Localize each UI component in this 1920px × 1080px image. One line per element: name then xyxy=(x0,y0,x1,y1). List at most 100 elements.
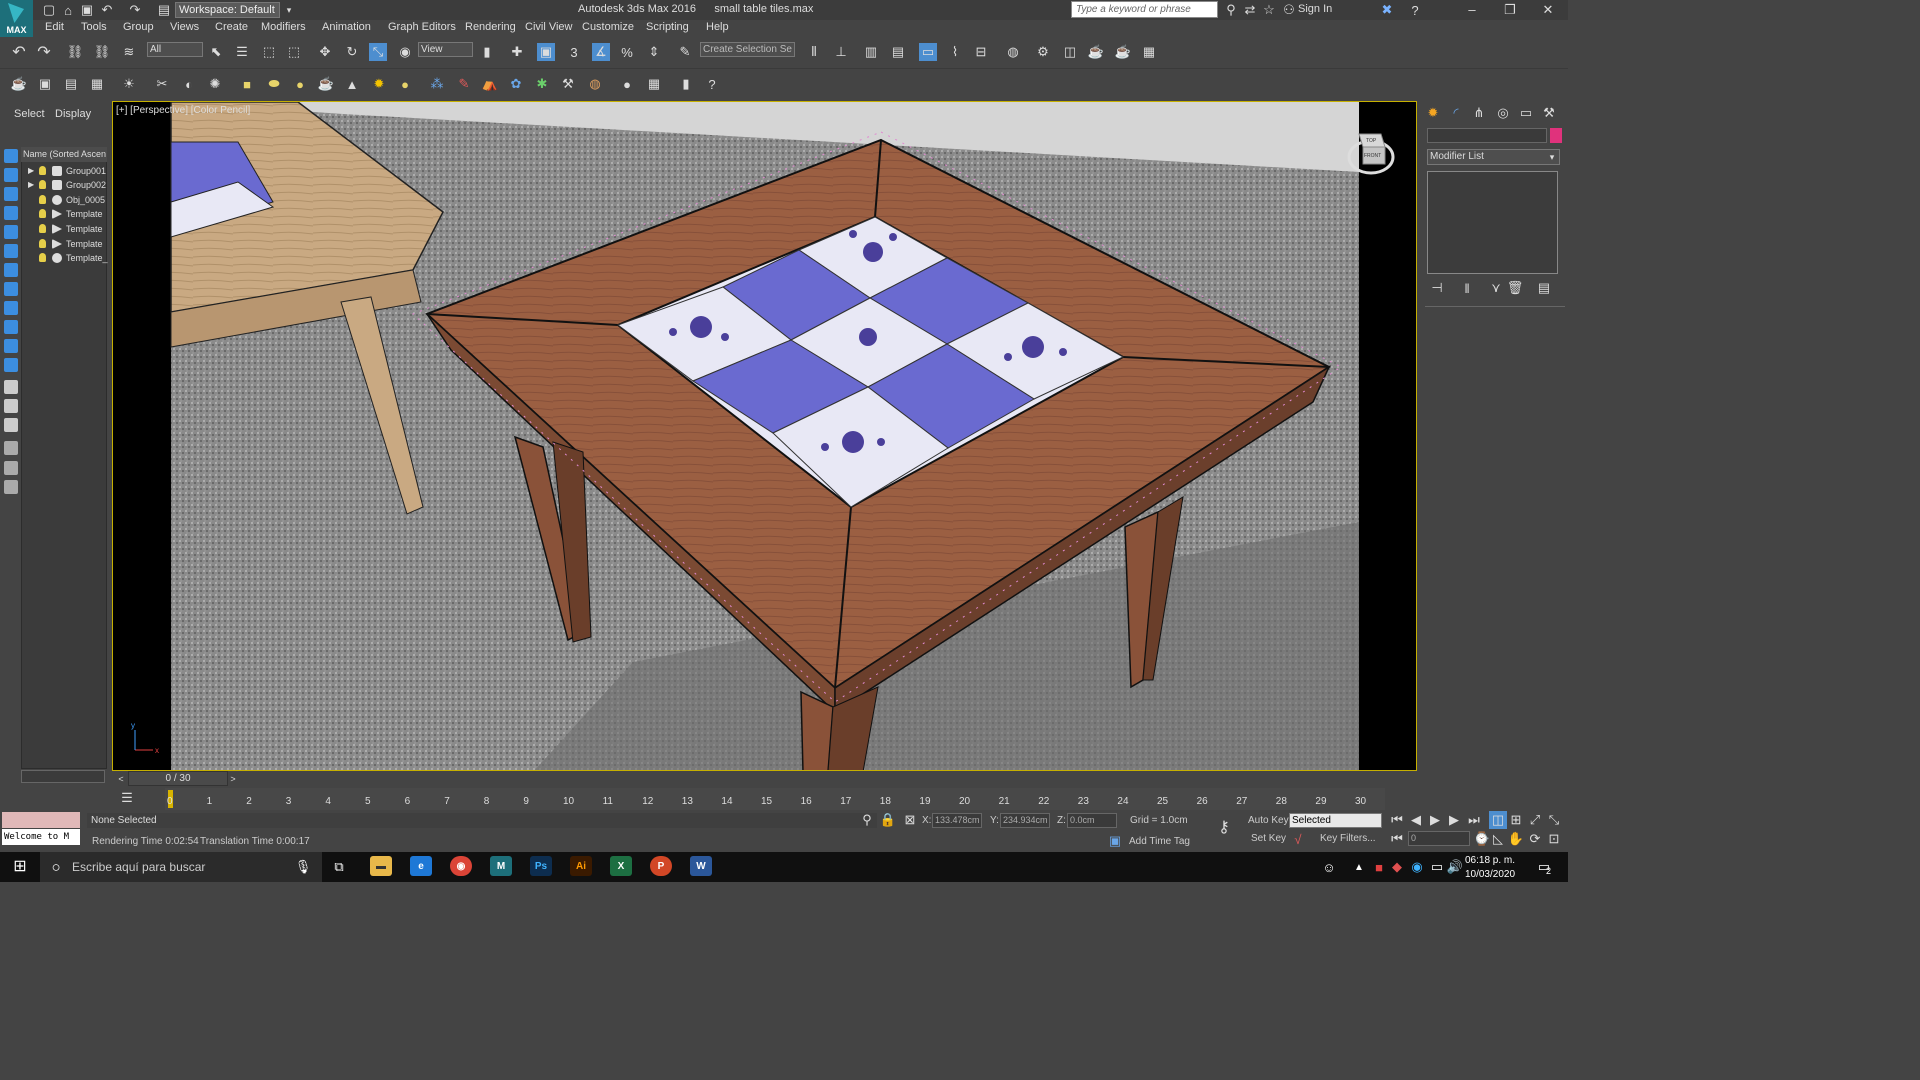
hf-tool-icon[interactable]: ⚒ xyxy=(559,75,577,93)
move-icon[interactable]: ✥ xyxy=(316,43,334,61)
keyboard-shortcut-override-icon[interactable]: ▣ xyxy=(537,43,555,61)
box-primitive-icon[interactable]: ■ xyxy=(238,75,256,93)
tab-display[interactable]: Display xyxy=(55,108,91,120)
select-by-name-icon[interactable]: ☰ xyxy=(233,43,251,61)
expand-arrow-icon[interactable]: ▶ xyxy=(28,164,34,178)
grid-icon[interactable]: ▦ xyxy=(88,75,106,93)
rectangular-selection-icon[interactable]: ⬚ xyxy=(260,43,278,61)
utilities-tab-icon[interactable]: ⚒ xyxy=(1540,104,1558,122)
dynamics-icon[interactable]: ✎ xyxy=(455,75,473,93)
go-to-start-icon[interactable]: ⏮ xyxy=(1388,811,1406,829)
particles-icon[interactable]: ✺ xyxy=(206,75,224,93)
project-folder-icon[interactable]: ▤ xyxy=(155,1,173,19)
list-item[interactable]: Template xyxy=(23,222,107,236)
undo-icon[interactable]: ↶ xyxy=(10,43,28,61)
viewport-label-menu[interactable]: [+] [Perspective] [Color Pencil] xyxy=(116,105,250,116)
user-icon[interactable]: ⚇ xyxy=(1280,1,1298,19)
window-crossing-icon[interactable]: ⬚ xyxy=(285,43,303,61)
x-coordinate-field[interactable]: 133.478cm xyxy=(932,813,982,828)
tab-select[interactable]: Select xyxy=(14,108,45,120)
people-icon[interactable]: ☺ xyxy=(1320,858,1338,876)
rendered-frame-window-icon[interactable]: ◫ xyxy=(1061,43,1079,61)
reference-coordinate-dropdown[interactable]: View xyxy=(418,42,473,57)
auto-key-button[interactable]: Auto Key xyxy=(1248,815,1289,826)
physical-camera-icon[interactable]: ⛺ xyxy=(481,75,499,93)
display-children-icon[interactable] xyxy=(4,380,18,394)
sun-light-icon[interactable]: ✹ xyxy=(370,75,388,93)
start-button[interactable]: ⊞ xyxy=(0,852,40,882)
restore-button[interactable]: ❐ xyxy=(1490,0,1530,20)
visibility-bulb-icon[interactable] xyxy=(39,239,46,248)
shapes-icon[interactable]: ✂ xyxy=(153,75,171,93)
scatter-icon[interactable]: ⁂ xyxy=(428,75,446,93)
time-slider[interactable]: 0 / 30 xyxy=(128,771,228,786)
display-containers-icon[interactable] xyxy=(4,339,18,353)
expand-arrow-icon[interactable]: ▶ xyxy=(28,178,34,192)
show-hidden-icons-icon[interactable]: ▲ xyxy=(1350,858,1368,876)
time-tag-icon[interactable]: ▣ xyxy=(1106,832,1124,850)
layer-explorer-icon[interactable]: ▥ xyxy=(862,43,880,61)
photoshop-icon[interactable]: Ps xyxy=(530,856,552,876)
align-icon[interactable]: ⊥ xyxy=(832,43,850,61)
display-spacewarps-icon[interactable] xyxy=(4,263,18,277)
menu-customize[interactable]: Customize xyxy=(582,21,634,33)
visibility-bulb-icon[interactable] xyxy=(39,253,46,262)
geosphere-icon[interactable]: ● xyxy=(396,75,414,93)
object-name-field[interactable] xyxy=(1427,128,1547,143)
cone-primitive-icon[interactable]: ▲ xyxy=(343,75,361,93)
plane-primitive-icon[interactable]: ⬬ xyxy=(265,75,283,93)
key-mode-toggle-icon[interactable]: ⏮ xyxy=(1388,830,1406,848)
visibility-bulb-icon[interactable] xyxy=(39,180,46,189)
select-object-icon[interactable]: ⬉ xyxy=(207,43,225,61)
make-unique-icon[interactable]: ⋎ xyxy=(1487,279,1505,297)
taskbar-search-box[interactable]: Escribe aquí para buscar xyxy=(40,852,322,882)
file-explorer-icon[interactable]: ▬ xyxy=(370,856,392,876)
scale-icon[interactable]: ⤡ xyxy=(369,43,387,61)
time-slider-next-icon[interactable]: > xyxy=(224,770,242,788)
menu-help[interactable]: Help xyxy=(706,21,729,33)
teapot-icon[interactable]: ☕ xyxy=(10,75,28,93)
named-selection-dropdown[interactable]: Create Selection Se xyxy=(700,42,795,57)
menu-views[interactable]: Views xyxy=(170,21,199,33)
sphere-primitive-icon[interactable]: ● xyxy=(291,75,309,93)
pin-stack-icon[interactable]: ⊣ xyxy=(1428,279,1446,297)
percent-snap-icon[interactable]: % xyxy=(618,43,636,61)
close-window-button[interactable]: ✕ xyxy=(1528,0,1568,20)
material-sphere-icon[interactable]: ● xyxy=(618,75,636,93)
name-column-header[interactable]: Name (Sorted Ascen xyxy=(21,147,107,162)
current-frame-field[interactable]: 0 xyxy=(1408,831,1470,846)
visibility-bulb-icon[interactable] xyxy=(39,195,46,204)
create-tab-icon[interactable]: ✹ xyxy=(1424,104,1442,122)
save-file-icon[interactable]: ▣ xyxy=(78,1,96,19)
render-setup-icon[interactable]: ⚙ xyxy=(1034,43,1052,61)
edit-named-selection-icon[interactable]: ✎ xyxy=(676,43,694,61)
render-production-icon[interactable]: ☕ xyxy=(1087,43,1105,61)
light-lister-icon[interactable]: ☀ xyxy=(120,75,138,93)
excel-icon[interactable]: X xyxy=(610,856,632,876)
previous-frame-icon[interactable]: ◀ xyxy=(1407,811,1425,829)
key-filters-button[interactable]: Key Filters... xyxy=(1320,833,1376,844)
chrome-icon[interactable]: ◉ xyxy=(450,856,472,876)
explorer-scrollbar[interactable] xyxy=(21,770,105,783)
menu-group[interactable]: Group xyxy=(123,21,154,33)
z-coordinate-field[interactable]: 0.0cm xyxy=(1067,813,1117,828)
next-frame-icon[interactable]: ▶ xyxy=(1445,811,1463,829)
modifier-list-chevron-icon[interactable]: ▾ xyxy=(1543,148,1561,166)
go-to-end-icon[interactable]: ⏭ xyxy=(1465,811,1483,829)
absolute-mode-icon[interactable]: ⊠ xyxy=(901,811,919,829)
display-none-icon[interactable] xyxy=(4,149,18,163)
material-editor-icon[interactable]: ◍ xyxy=(1004,43,1022,61)
display-xrefs-icon[interactable] xyxy=(4,301,18,315)
layers-icon[interactable]: ▤ xyxy=(889,43,907,61)
modifier-stack[interactable] xyxy=(1427,171,1558,274)
pan-view-icon[interactable]: ✋ xyxy=(1507,830,1525,848)
display-dependents-icon[interactable] xyxy=(4,418,18,432)
undo-quick-icon[interactable]: ↶ xyxy=(98,1,116,19)
display-lights-icon[interactable] xyxy=(4,206,18,220)
list-item[interactable]: Template xyxy=(23,237,107,251)
display-geometry-icon[interactable] xyxy=(4,168,18,182)
visibility-bulb-icon[interactable] xyxy=(39,166,46,175)
perspective-viewport[interactable]: TOP FRONT x y xyxy=(112,101,1417,771)
workspace-dropdown[interactable]: Workspace: Default xyxy=(175,2,280,18)
schematic-view-icon[interactable]: ⊟ xyxy=(972,43,990,61)
